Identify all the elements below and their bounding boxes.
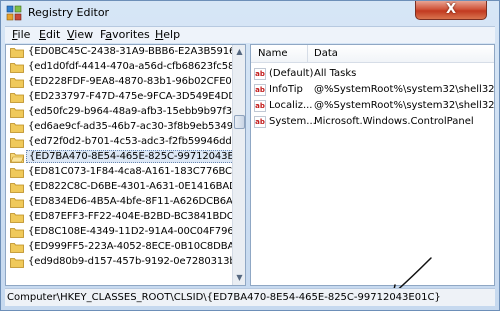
tree-item-label: {ED834ED6-4B5A-4bfe-8F11-A626DCB6A921}: [28, 196, 246, 207]
tree-item-label: {ed1d0fdf-4414-470a-a56d-cfb68623fc58}: [28, 61, 241, 72]
value-data: All Tasks: [314, 68, 357, 79]
close-button[interactable]: X: [415, 1, 487, 20]
list-item[interactable]: ab System... Microsoft.Windows.ControlPa…: [251, 114, 494, 130]
window-title: Registry Editor: [28, 6, 110, 19]
value-name: InfoTip: [269, 84, 303, 95]
tree-item[interactable]: {ED228FDF-9EA8-4870-83b1-96b02CFE0D52}: [6, 75, 245, 90]
scroll-down-arrow-icon[interactable]: ▼: [233, 271, 245, 284]
title-bar[interactable]: Registry Editor X: [1, 1, 499, 25]
scroll-up-arrow-icon[interactable]: ▲: [233, 45, 245, 58]
folder-icon: [10, 138, 24, 148]
menu-view[interactable]: View: [67, 28, 93, 41]
folder-icon: [10, 213, 24, 223]
menu-bar: File Edit View Favorites Help: [5, 26, 495, 43]
tree-item-label: {ED822C8C-D6BE-4301-A631-0E1416BAD28F}: [28, 181, 246, 192]
folder-icon: [10, 48, 24, 58]
tree-item-label: {ED7BA470-8E54-465E-825C-99712043E01C}: [26, 150, 245, 163]
value-name: System...: [269, 116, 316, 127]
folder-icon: [10, 108, 24, 118]
tree-item[interactable]: {ed72f0d2-b701-4c53-adc3-f2fb59946dd8}: [6, 135, 244, 150]
value-name: (Default): [269, 68, 314, 79]
tree-item-label: {ED233797-F47D-475e-9FCA-3D549E4DDAA4}: [28, 91, 246, 102]
tree-item[interactable]: {ED81C073-1F84-4ca8-A161-183C776BC651}: [6, 165, 245, 180]
column-divider[interactable]: [307, 45, 308, 63]
tree-item[interactable]: {ED0BC45C-2438-31A9-BBB6-E2A3B5916419}: [6, 45, 245, 60]
folder-icon: [10, 183, 24, 193]
tree-item-label: {ED0BC45C-2438-31A9-BBB6-E2A3B5916419}: [28, 46, 246, 57]
ab-string-icon: ab: [254, 84, 266, 96]
tree-item-label: {ED228FDF-9EA8-4870-83b1-96b02CFE0D52}: [28, 76, 246, 87]
tree-scrollbar[interactable]: ▲ ▼: [232, 45, 245, 285]
registry-values-list[interactable]: Name Data ab (Default) All Tasks ab Info…: [250, 44, 495, 286]
list-item[interactable]: ab (Default) All Tasks: [251, 66, 494, 82]
value-data: @%SystemRoot%\system32\shell32.d...: [314, 84, 495, 95]
tree-item[interactable]: {ED999FF5-223A-4052-8ECE-0B10C8DBAA39}: [6, 240, 245, 255]
tree-item-label: {ed6ae9cf-ad35-46b7-ac30-3f8b9eb5349f}: [28, 121, 243, 132]
menu-edit[interactable]: Edit: [39, 28, 60, 41]
tree-item[interactable]: {ED233797-F47D-475e-9FCA-3D549E4DDAA4}: [6, 90, 245, 105]
tree-item[interactable]: {ED87EFF3-FF22-404E-B2BD-BC3841BDCB2C}: [6, 210, 245, 225]
tree-item-label: {ED999FF5-223A-4052-8ECE-0B10C8DBAA39}: [28, 241, 246, 252]
folder-icon: [10, 258, 24, 268]
list-item[interactable]: ab Localiz... @%SystemRoot%\system32\she…: [251, 98, 495, 114]
status-bar: Computer\HKEY_CLASSES_ROOT\CLSID\{ED7BA4…: [5, 288, 495, 306]
value-data: @%SystemRoot%\system32\shell32.d...: [314, 100, 495, 111]
folder-icon: [10, 78, 24, 88]
registry-key-tree[interactable]: {ED0BC45C-2438-31A9-BBB6-E2A3B5916419} {…: [5, 44, 246, 286]
registry-editor-window: Registry Editor X File Edit View Favorit…: [0, 0, 500, 311]
list-header: Name Data: [251, 45, 494, 63]
ab-string-icon: ab: [254, 100, 266, 112]
tree-item[interactable]: {ED834ED6-4B5A-4bfe-8F11-A626DCB6A921}: [6, 195, 245, 210]
ab-string-icon: ab: [254, 116, 266, 128]
tree-item[interactable]: {ed9d80b9-d157-457b-9192-0e7280313bf0}: [6, 255, 245, 270]
tree-item[interactable]: {ED822C8C-D6BE-4301-A631-0E1416BAD28F}: [6, 180, 245, 195]
value-data: Microsoft.Windows.ControlPanel: [314, 116, 474, 127]
tree-item[interactable]: {ED8C108E-4349-11D2-91A4-00C04F7969E8}: [6, 225, 245, 240]
scrollbar-thumb[interactable]: [234, 115, 245, 129]
column-header-data[interactable]: Data: [314, 48, 338, 59]
tree-item-label: {ED81C073-1F84-4ca8-A161-183C776BC651}: [28, 166, 246, 177]
folder-icon: [10, 243, 24, 253]
folder-icon: [10, 228, 24, 238]
folder-icon: [10, 93, 24, 103]
tree-item-label: {ED87EFF3-FF22-404E-B2BD-BC3841BDCB2C}: [28, 211, 246, 222]
tree-item-selected[interactable]: {ED7BA470-8E54-465E-825C-99712043E01C}: [6, 150, 245, 165]
tree-item[interactable]: {ed1d0fdf-4414-470a-a56d-cfb68623fc58}: [6, 60, 241, 75]
value-name: Localiz...: [269, 100, 313, 111]
folder-icon: [10, 63, 24, 73]
registry-editor-icon: [6, 5, 22, 21]
tree-item-label: {ED8C108E-4349-11D2-91A4-00C04F7969E8}: [28, 226, 246, 237]
menu-file[interactable]: File: [12, 28, 30, 41]
folder-icon: [10, 168, 24, 178]
registry-path: Computer\HKEY_CLASSES_ROOT\CLSID\{ED7BA4…: [7, 292, 441, 303]
ab-string-icon: ab: [254, 68, 266, 80]
column-header-name[interactable]: Name: [258, 48, 288, 59]
menu-help[interactable]: Help: [155, 28, 180, 41]
open-folder-icon: [10, 153, 24, 163]
tree-item-label: {ed9d80b9-d157-457b-9192-0e7280313bf0}: [28, 256, 246, 267]
tree-item[interactable]: {ed6ae9cf-ad35-46b7-ac30-3f8b9eb5349f}: [6, 120, 243, 135]
tree-item-label: {ed72f0d2-b701-4c53-adc3-f2fb59946dd8}: [28, 136, 245, 147]
tree-item[interactable]: {ed50fc29-b964-48a9-afb3-15ebb9b97f36}: [6, 105, 245, 120]
folder-icon: [10, 123, 24, 133]
list-item[interactable]: ab InfoTip @%SystemRoot%\system32\shell3…: [251, 82, 495, 98]
folder-icon: [10, 198, 24, 208]
menu-favorites[interactable]: Favorites: [100, 28, 150, 41]
tree-item-label: {ed50fc29-b964-48a9-afb3-15ebb9b97f36}: [28, 106, 245, 117]
